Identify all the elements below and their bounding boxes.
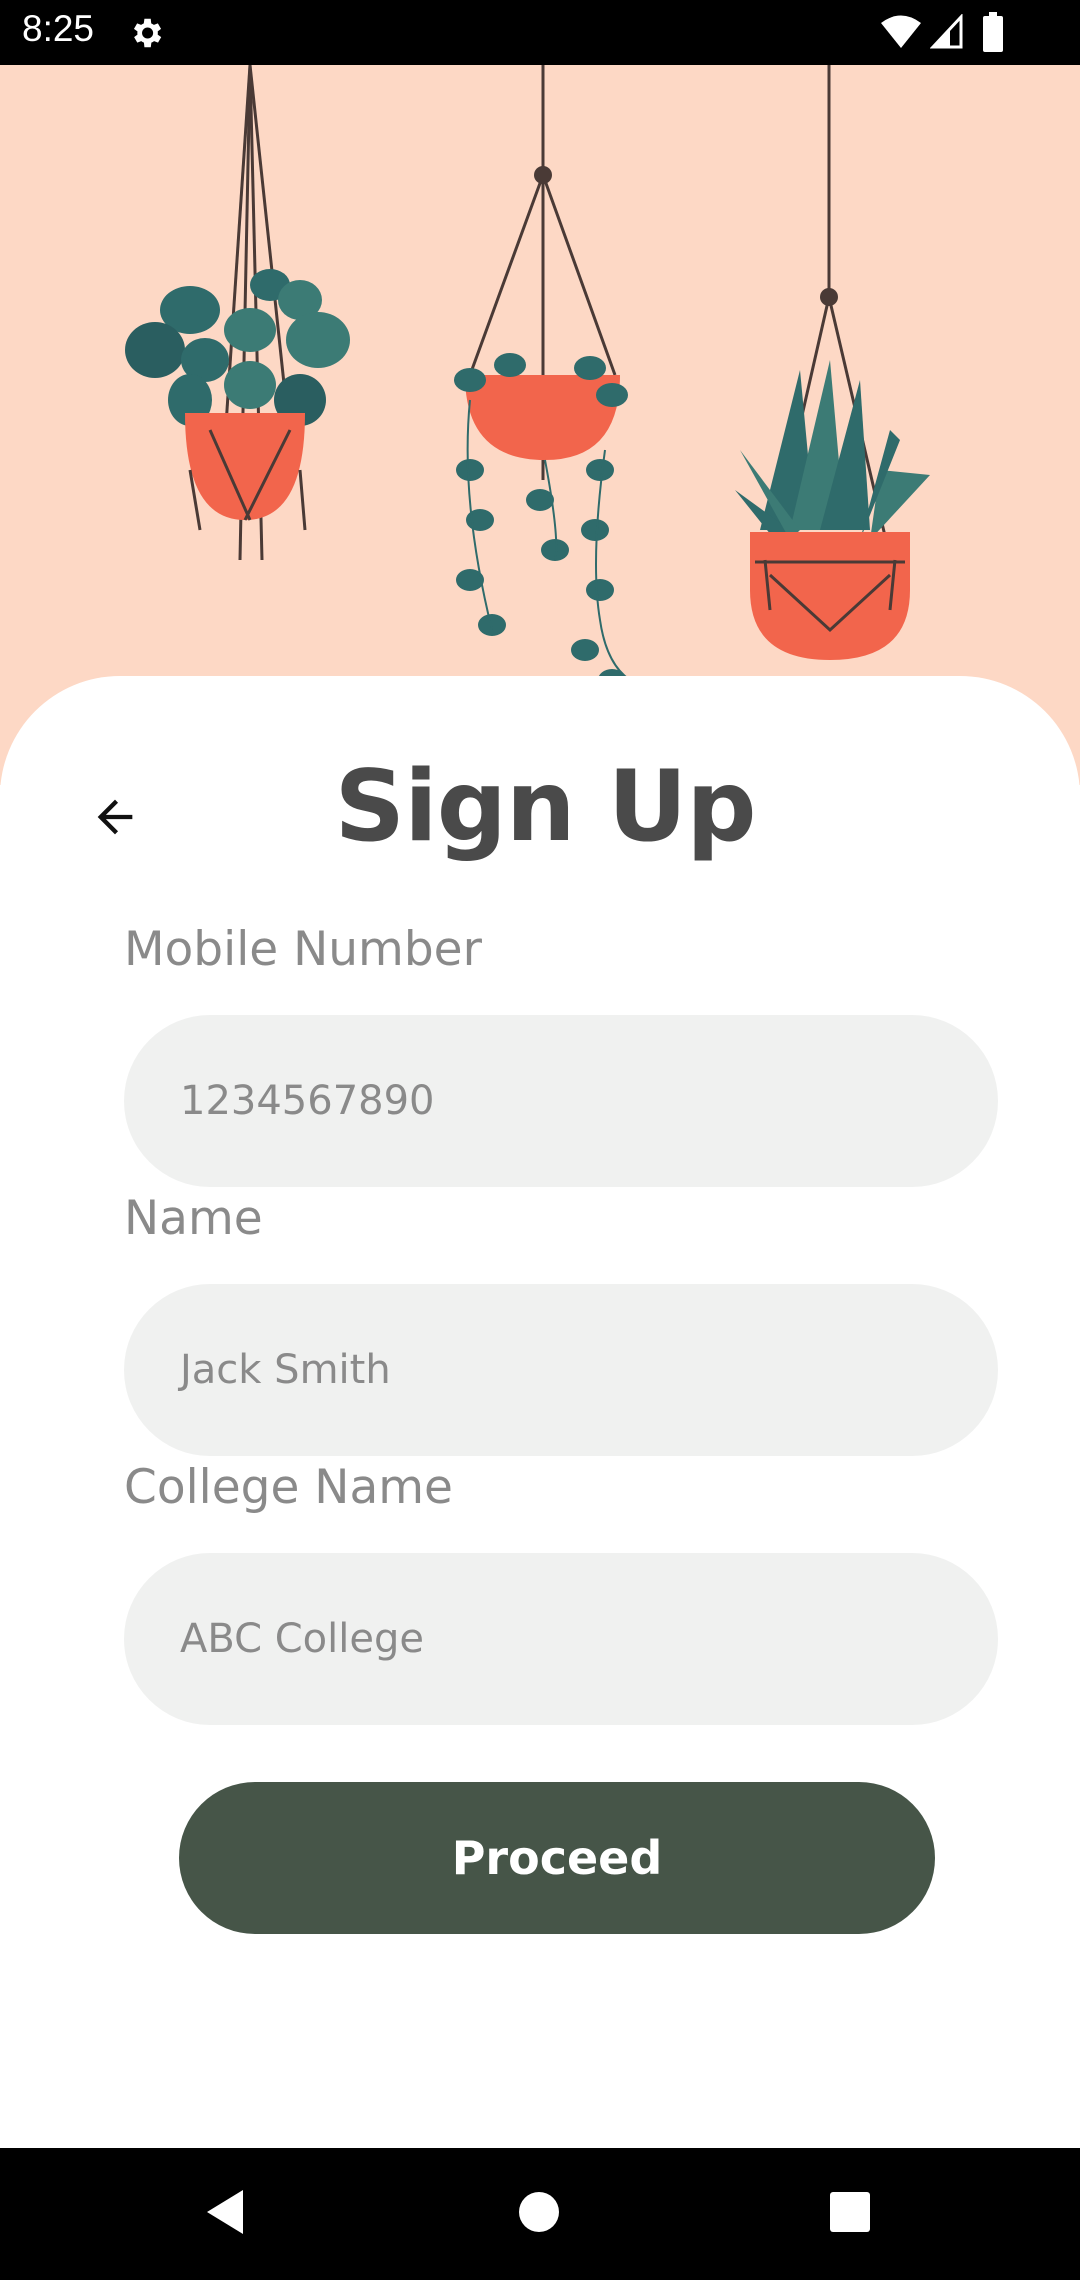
status-time: 8:25	[22, 8, 95, 49]
signal-icon	[930, 14, 963, 49]
navigation-bar	[0, 2148, 1080, 2280]
mobile-number-label: Mobile Number	[124, 922, 482, 977]
name-value: Jack Smith	[180, 1347, 391, 1393]
wifi-icon	[881, 15, 921, 48]
proceed-button[interactable]: Proceed	[179, 1782, 935, 1934]
status-bar: 8:25	[0, 0, 1080, 65]
mobile-number-value: 1234567890	[180, 1078, 435, 1124]
proceed-button-label: Proceed	[451, 1831, 663, 1885]
name-input[interactable]: Jack Smith	[124, 1284, 998, 1456]
college-name-value: ABC College	[180, 1616, 424, 1662]
signup-screen: 8:25 Sign Up Mobile Number 1234567890 Na…	[0, 0, 1080, 2280]
nav-recents-icon[interactable]	[830, 2192, 870, 2232]
mobile-number-input[interactable]: 1234567890	[124, 1015, 998, 1187]
nav-back-icon[interactable]	[205, 2188, 245, 2236]
battery-icon	[983, 12, 1003, 52]
college-name-label: College Name	[124, 1460, 453, 1515]
page-title: Sign Up	[334, 750, 757, 864]
college-name-input[interactable]: ABC College	[124, 1553, 998, 1725]
name-label: Name	[124, 1191, 263, 1246]
nav-home-icon[interactable]	[519, 2192, 559, 2232]
gear-icon	[133, 18, 162, 48]
